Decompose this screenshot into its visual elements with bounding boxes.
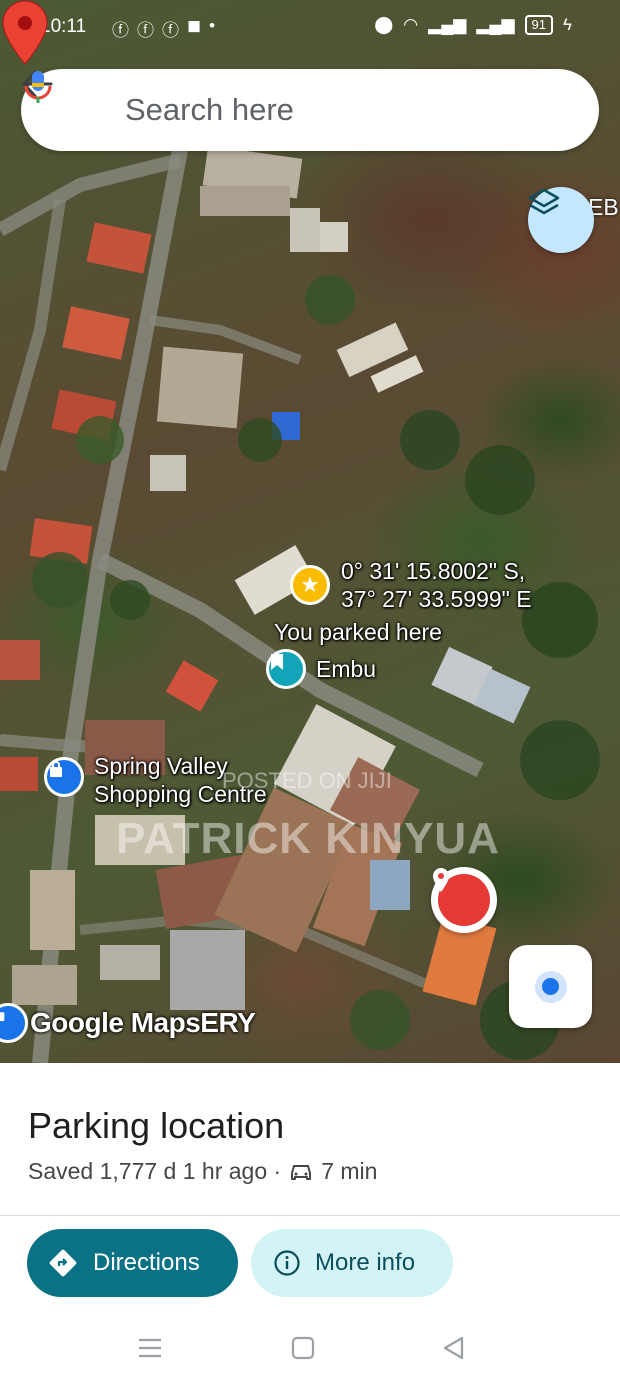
charging-icon: ϟ — [563, 15, 572, 34]
microphone-icon[interactable] — [21, 69, 55, 105]
parked-location-pin-icon[interactable] — [0, 0, 50, 66]
shopping-bag-icon[interactable] — [44, 757, 84, 797]
car-icon — [291, 1164, 312, 1180]
location-icon: ⬤ — [374, 15, 394, 34]
back-icon[interactable] — [440, 1335, 468, 1361]
sheet-subtitle: Saved 1,777 d 1 hr ago · 7 min — [28, 1158, 377, 1185]
dot-icon: • — [209, 16, 216, 35]
drive-time: 7 min — [321, 1158, 378, 1184]
info-icon — [274, 1250, 300, 1276]
parked-label: You parked here — [274, 619, 442, 645]
google-maps-logo-text: Google Maps — [30, 1007, 201, 1038]
wifi-icon: ◠ — [403, 15, 419, 34]
directions-label: Directions — [93, 1249, 200, 1276]
place-label-shop-line1[interactable]: Spring Valley — [94, 752, 228, 780]
watermark: PATRICK KINYUA — [116, 814, 500, 863]
facebook-icon: ⓕ — [137, 21, 154, 40]
destination-pin-icon[interactable] — [431, 867, 497, 933]
search-input[interactable] — [125, 87, 525, 133]
google-maps-logo: Google MapsERY — [30, 1007, 256, 1039]
directions-icon — [49, 1249, 77, 1277]
more-info-label: More info — [315, 1249, 416, 1276]
facebook-icon: ⓕ — [112, 21, 129, 40]
notification-icons: ⓕ ⓕ ⓕ ◼ • — [112, 16, 215, 41]
watermark-small: POSTED ON JIJI — [222, 768, 392, 793]
facebook-icon: ⓕ — [162, 21, 179, 40]
system-nav-bar — [0, 1305, 620, 1387]
layers-icon — [528, 188, 560, 215]
my-location-icon — [534, 970, 567, 1003]
place-label-embu[interactable]: Embu — [316, 655, 376, 683]
coordinates-latitude: 0° 31' 15.8002" S, — [341, 558, 526, 584]
bookmark-icon[interactable] — [266, 649, 306, 689]
signal-icon: ▂▄▆ — [476, 15, 515, 34]
more-info-button[interactable]: More info — [251, 1229, 453, 1297]
status-bar: 10:11 ⓕ ⓕ ⓕ ◼ • ⬤ ◠ ▂▄▆ ▂▄▆ 91 ϟ — [0, 0, 620, 56]
directions-button[interactable]: Directions — [27, 1229, 238, 1297]
star-icon[interactable]: ★ — [290, 565, 330, 605]
layers-button[interactable] — [528, 187, 594, 253]
satellite-imagery — [0, 145, 600, 1063]
recents-icon[interactable] — [136, 1335, 164, 1361]
signal-icon: ▂▄▆ — [428, 15, 467, 34]
system-icons: ⬤ ◠ ▂▄▆ ▂▄▆ 91 ϟ — [374, 15, 572, 35]
map-view[interactable]: 10:11 ⓕ ⓕ ⓕ ◼ • ⬤ ◠ ▂▄▆ ▂▄▆ 91 ϟ EB — [0, 0, 620, 1063]
divider — [0, 1215, 620, 1216]
saved-time: Saved 1,777 d 1 hr ago · — [28, 1158, 282, 1184]
battery-indicator: 91 — [524, 15, 553, 35]
home-icon[interactable] — [289, 1335, 317, 1361]
search-bar[interactable] — [21, 69, 599, 151]
coordinates-longitude: 37° 27' 33.5999" E — [341, 586, 532, 612]
my-location-button[interactable] — [509, 945, 592, 1028]
facebook-icon: ◼ — [187, 16, 202, 35]
sheet-title: Parking location — [28, 1105, 285, 1146]
google-maps-logo-suffix: ERY — [200, 1007, 256, 1038]
